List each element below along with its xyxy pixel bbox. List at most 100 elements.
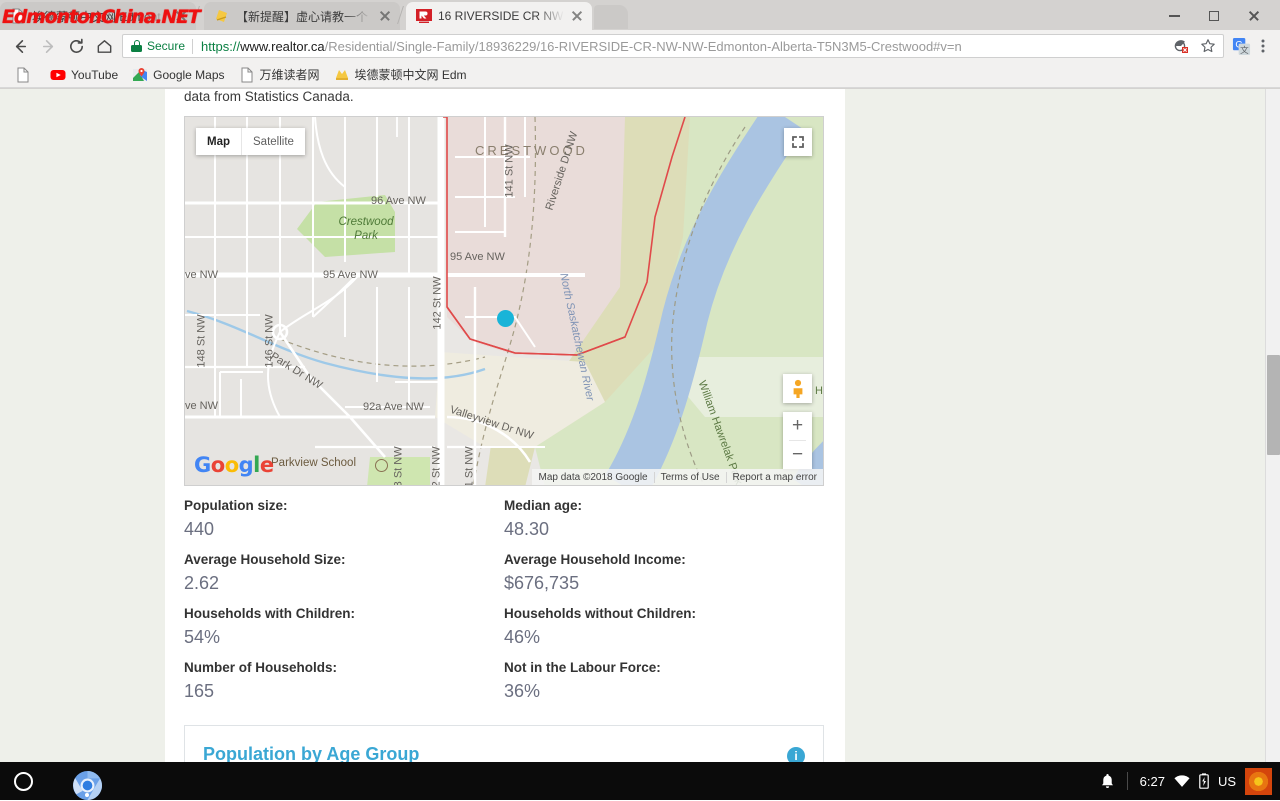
bookmark-item-edmontonchina-label: 埃德蒙顿中文网 Edm — [355, 66, 467, 83]
map-zoom-in-button[interactable]: + — [783, 412, 812, 440]
keyboard-layout-indicator[interactable]: US — [1218, 774, 1236, 789]
forward-button[interactable] — [34, 32, 62, 60]
bookmark-item-wanwei[interactable]: 万维读者网 — [232, 64, 327, 85]
maximize-button[interactable] — [1194, 4, 1234, 28]
map-label-crestwood-park: CrestwoodPark — [330, 215, 402, 243]
map-label-96-ave-nw: 96 Ave NW — [371, 195, 426, 207]
bookmark-item-youtube-label: YouTube — [71, 68, 118, 82]
forum-icon — [214, 8, 230, 24]
map-label-141-st-nw-north: 141 St NW — [504, 144, 516, 197]
map-label-ave-nw-clip-1: ve NW — [185, 269, 218, 281]
close-window-button[interactable] — [1234, 4, 1274, 28]
map-terms-of-use-link[interactable]: Terms of Use — [654, 472, 726, 483]
browser-tab-2-close-icon[interactable] — [378, 9, 392, 23]
system-tray[interactable]: 6:27 US — [1100, 762, 1272, 800]
stats-row: Households with Children: 54% Households… — [184, 604, 824, 651]
stat-label: Average Household Size: — [184, 550, 504, 570]
stat-value: 54% — [184, 624, 504, 651]
security-label: Secure — [147, 39, 185, 53]
extension-icon[interactable] — [1170, 35, 1192, 57]
browser-tab-1-close-icon[interactable] — [174, 9, 188, 23]
map-report-error-link[interactable]: Report a map error — [726, 472, 823, 483]
sunflower-avatar-icon[interactable] — [1245, 768, 1272, 795]
page-scrollbar[interactable] — [1265, 89, 1280, 762]
map-type-toggle[interactable]: Map Satellite — [196, 128, 305, 155]
stat-value: 36% — [504, 678, 824, 705]
youtube-icon — [50, 67, 66, 83]
address-bar[interactable]: Secure https://www.realtor.ca/Residentia… — [122, 34, 1224, 58]
stat-value: $676,735 — [504, 570, 824, 597]
map-zoom-controls[interactable]: + − — [783, 412, 812, 469]
home-button[interactable] — [90, 32, 118, 60]
browser-tab-3-active[interactable]: 16 RIVERSIDE CR NW NW — [406, 2, 592, 30]
browser-tab-1[interactable]: 埃德蒙顿中文网 Edmont — [0, 2, 196, 30]
stat-label: Households with Children: — [184, 604, 504, 624]
bell-icon[interactable] — [1100, 773, 1115, 790]
map-label-ave-nw-clip-2: ve NW — [185, 400, 218, 412]
map-label-148-st-nw: 148 St NW — [196, 314, 208, 367]
wifi-icon[interactable] — [1174, 775, 1190, 788]
map-fullscreen-button[interactable] — [784, 128, 812, 156]
scrollbar-thumb[interactable] — [1267, 355, 1280, 455]
bookmark-item-google-maps[interactable]: Google Maps — [125, 65, 231, 85]
stat-label: Population size: — [184, 496, 504, 516]
neighbourhood-map[interactable]: CRESTWOOD 96 Ave NW CrestwoodPark 95 Ave… — [184, 116, 824, 486]
property-location-marker[interactable] — [497, 310, 514, 327]
close-icon — [1248, 10, 1260, 22]
bookmark-item-edmontonchina[interactable]: 埃德蒙顿中文网 Edm — [327, 64, 474, 85]
generic-page-icon — [10, 8, 26, 24]
google-translate-icon: G 文 — [1232, 37, 1251, 56]
map-label-parkview-school: Parkview School — [271, 457, 356, 469]
address-bar-url: https://www.realtor.ca/Residential/Singl… — [201, 39, 962, 54]
active-app-indicator — [85, 793, 89, 797]
statistics-source-note: data from Statistics Canada. — [184, 89, 354, 104]
google-translate-button[interactable]: G 文 — [1230, 33, 1252, 59]
system-shelf: 6:27 US — [0, 762, 1280, 800]
generic-page-icon — [15, 67, 31, 83]
stat-households-without-children: Households without Children: 46% — [504, 604, 824, 651]
street-view-button[interactable] — [783, 374, 812, 403]
map-label-142-st-nw-north: 142 St NW — [432, 276, 444, 329]
google-logo: Google — [194, 453, 274, 477]
launcher-circle-icon[interactable] — [14, 772, 33, 791]
three-dot-menu-icon — [1255, 38, 1271, 54]
stat-households-with-children: Households with Children: 54% — [184, 604, 504, 651]
map-label-141-st-nw-south: 141 St NW — [464, 446, 476, 486]
stat-value: 440 — [184, 516, 504, 543]
bookmark-item-youtube[interactable]: YouTube — [43, 65, 125, 85]
bookmark-item-0[interactable] — [8, 65, 43, 85]
minimize-button[interactable] — [1154, 4, 1194, 28]
omnibox-icons — [1164, 35, 1219, 57]
map-label-95-ave-nw-west: 95 Ave NW — [323, 269, 378, 281]
realtor-icon — [416, 8, 432, 24]
stat-label: Not in the Labour Force: — [504, 658, 824, 678]
info-icon[interactable]: i — [787, 747, 805, 762]
map-zoom-out-button[interactable]: − — [783, 441, 812, 469]
stat-label: Number of Households: — [184, 658, 504, 678]
tab-strip: 埃德蒙顿中文网 Edmont 【新提醒】虚心请教一个 16 RIVERSIDE … — [0, 0, 1280, 30]
forward-arrow-icon — [39, 37, 58, 56]
star-icon[interactable] — [1197, 35, 1219, 57]
back-button[interactable] — [6, 32, 34, 60]
map-label-92a-ave-nw: 92a Ave NW — [363, 401, 424, 413]
map-data-attribution: Map data ©2018 Google — [532, 472, 653, 483]
browser-menu-button[interactable] — [1252, 33, 1274, 59]
page-viewport: data from Statistics Canada. — [0, 89, 1280, 762]
browser-tab-2[interactable]: 【新提醒】虚心请教一个 — [204, 2, 400, 30]
map-type-map-button[interactable]: Map — [196, 128, 241, 155]
bookmark-item-wanwei-label: 万维读者网 — [260, 66, 320, 83]
map-type-satellite-button[interactable]: Satellite — [241, 128, 305, 155]
stat-median-age: Median age: 48.30 — [504, 496, 824, 543]
stats-row: Average Household Size: 2.62 Average Hou… — [184, 550, 824, 597]
browser-tab-3-close-icon[interactable] — [570, 9, 584, 23]
population-by-age-group-panel[interactable]: Population by Age Group i — [184, 725, 824, 762]
bookmarks-bar: YouTube Google Maps 万维读者网 埃德蒙 — [0, 62, 1280, 88]
system-clock[interactable]: 6:27 — [1140, 774, 1165, 789]
map-label-143-st-nw: 143 St NW — [393, 446, 405, 486]
stat-not-in-labour-force: Not in the Labour Force: 36% — [504, 658, 824, 705]
reload-button[interactable] — [62, 32, 90, 60]
minimize-icon — [1169, 15, 1180, 17]
new-tab-button[interactable] — [594, 5, 628, 29]
battery-icon[interactable] — [1199, 773, 1209, 789]
reload-icon — [67, 37, 86, 56]
